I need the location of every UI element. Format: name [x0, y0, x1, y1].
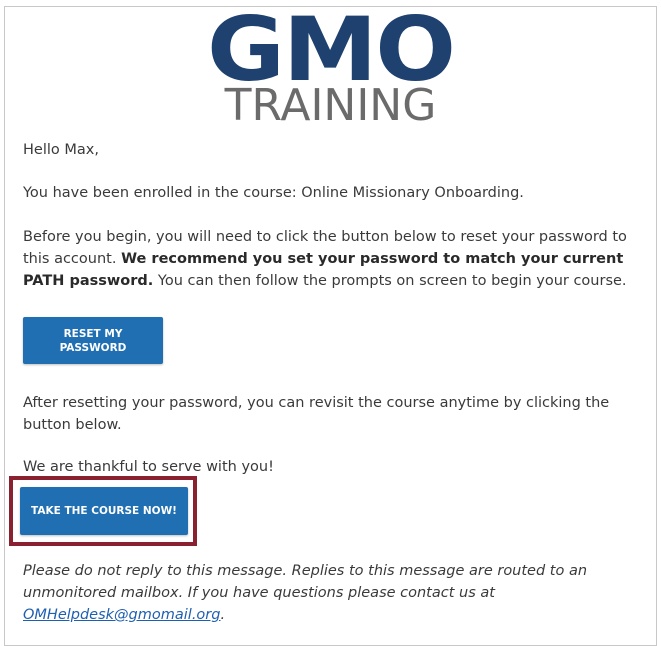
- helpdesk-email-link[interactable]: OMHelpdesk@gmomail.org: [23, 607, 220, 623]
- gmo-training-logo: GMO TRAINING: [0, 6, 661, 130]
- reset-password-button-label: RESET MY PASSWORD: [59, 327, 127, 354]
- logo-training-text: TRAINING: [224, 80, 437, 131]
- reset-password-button[interactable]: RESET MY PASSWORD: [23, 317, 163, 364]
- instructions-text-2: You can then follow the prompts on scree…: [153, 273, 627, 289]
- take-course-button[interactable]: TAKE THE COURSE NOW!: [20, 487, 188, 535]
- enrolled-message: You have been enrolled in the course: On…: [23, 185, 524, 201]
- footer-text-1: Please do not reply to this message. Rep…: [23, 563, 588, 601]
- take-course-button-label: TAKE THE COURSE NOW!: [31, 505, 177, 517]
- thanks-message: We are thankful to serve with you!: [23, 459, 274, 475]
- footer-text-2: .: [220, 607, 226, 623]
- footer-notice: Please do not reply to this message. Rep…: [23, 560, 643, 626]
- instructions-paragraph: Before you begin, you will need to click…: [23, 226, 653, 292]
- revisit-paragraph: After resetting your password, you can r…: [23, 395, 610, 433]
- greeting: Hello Max,: [23, 142, 99, 158]
